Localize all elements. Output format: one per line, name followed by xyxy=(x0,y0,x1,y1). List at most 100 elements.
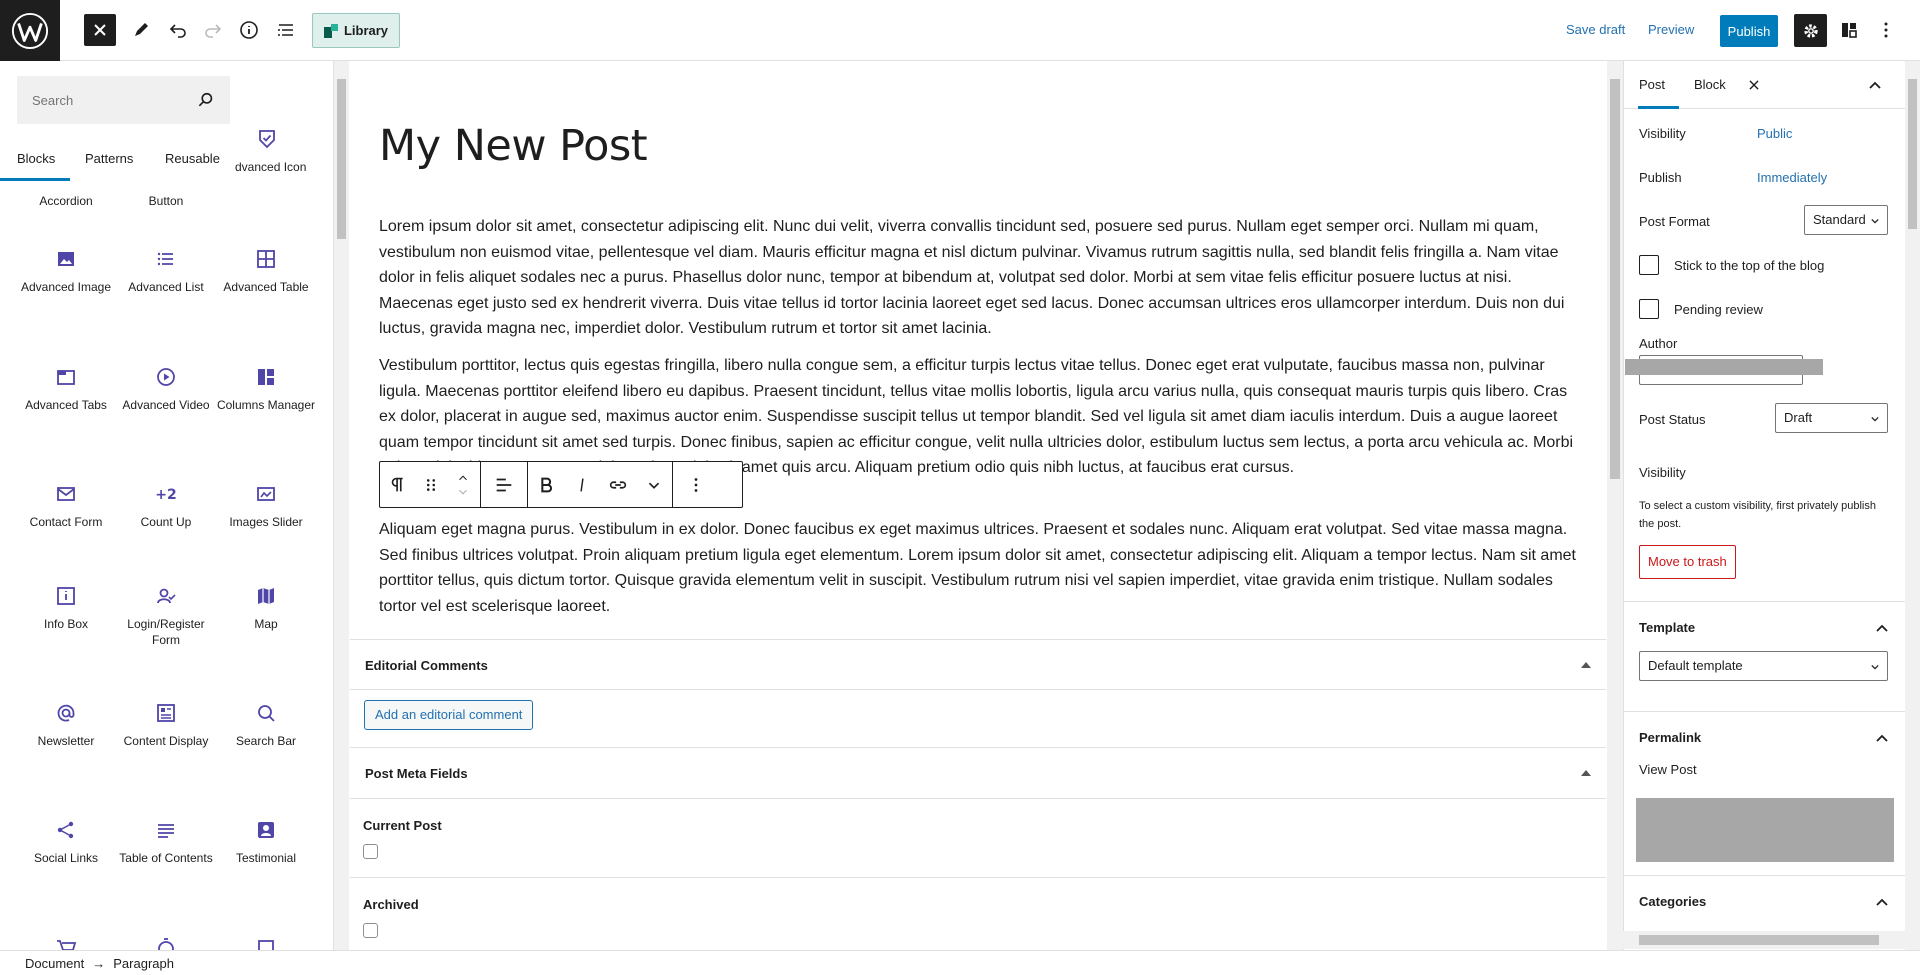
block-item-advanced-icon[interactable]: dvanced Icon xyxy=(217,127,317,175)
block-item-content-display[interactable]: Content Display xyxy=(116,701,216,749)
drag-handle[interactable] xyxy=(416,462,446,507)
more-formatting-button[interactable] xyxy=(636,462,672,507)
post-meta-fields-header[interactable]: Post Meta Fields xyxy=(350,748,1606,798)
preview-button[interactable]: Preview xyxy=(1648,22,1694,37)
current-post-checkbox[interactable] xyxy=(363,844,378,859)
library-button[interactable]: Library xyxy=(312,13,400,48)
block-label: Button xyxy=(148,194,184,208)
tab-reusable[interactable]: Reusable xyxy=(165,151,220,166)
toc-icon xyxy=(158,824,174,838)
layout-panel-button[interactable] xyxy=(1833,14,1865,46)
search-input[interactable] xyxy=(17,76,197,124)
scrollbar-thumb[interactable] xyxy=(1639,935,1879,945)
paragraph-transform-button[interactable] xyxy=(380,462,416,507)
tab-block[interactable]: Block xyxy=(1694,77,1726,92)
search-icon[interactable] xyxy=(196,90,216,110)
sidebar-horizontal-scrollbar[interactable] xyxy=(1623,931,1905,949)
block-label: Advanced Image xyxy=(20,280,112,294)
post-meta-fields-panel: Post Meta Fields xyxy=(350,747,1606,800)
tab-patterns[interactable]: Patterns xyxy=(85,151,133,166)
block-item-accordion[interactable]: Accordion xyxy=(16,185,116,209)
categories-heading: Categories xyxy=(1639,894,1707,909)
block-item-count-up[interactable]: +2 Count Up xyxy=(116,482,216,530)
block-item-advanced-list[interactable]: Advanced List xyxy=(116,247,216,295)
block-item-table-of-contents[interactable]: Table of Contents xyxy=(116,818,216,866)
block-item-social-links[interactable]: Social Links xyxy=(16,818,116,866)
block-item-images-slider[interactable]: Images Slider xyxy=(216,482,316,530)
chevron-up-icon[interactable] xyxy=(1876,898,1888,906)
scrollbar-thumb[interactable] xyxy=(337,79,346,239)
categories-panel-header[interactable]: Categories xyxy=(1624,875,1905,927)
block-item-testimonial[interactable]: Testimonial xyxy=(216,818,316,866)
tab-post[interactable]: Post xyxy=(1639,77,1665,92)
block-item-advanced-table[interactable]: Advanced Table xyxy=(216,247,316,295)
post-status-select[interactable]: Draft xyxy=(1775,403,1888,433)
publish-button[interactable]: Publish xyxy=(1720,15,1778,47)
align-button[interactable] xyxy=(481,462,527,507)
list-view-button[interactable] xyxy=(270,14,302,46)
sticky-checkbox[interactable] xyxy=(1639,255,1659,275)
tools-button[interactable] xyxy=(125,14,157,46)
settings-button[interactable] xyxy=(1794,14,1827,47)
breadcrumb-document[interactable]: Document xyxy=(25,956,84,971)
move-block-buttons[interactable] xyxy=(446,462,480,507)
options-menu-button[interactable] xyxy=(1870,14,1902,46)
block-item-columns-manager[interactable]: Columns Manager xyxy=(216,365,316,413)
add-editorial-comment-button[interactable]: Add an editorial comment xyxy=(364,700,534,730)
layout-icon xyxy=(1842,23,1857,38)
count-up-icon: +2 xyxy=(155,487,176,503)
block-item-search-bar[interactable]: Search Bar xyxy=(216,701,316,749)
block-item-info-box[interactable]: Info Box xyxy=(16,584,116,632)
chevron-up-icon[interactable] xyxy=(1876,734,1888,742)
move-to-trash-button[interactable]: Move to trash xyxy=(1639,545,1736,579)
details-button[interactable] xyxy=(233,14,265,46)
chevron-up-icon[interactable] xyxy=(1868,80,1882,90)
permalink-panel-header[interactable]: Permalink xyxy=(1624,711,1905,763)
post-title[interactable]: My New Post xyxy=(379,121,648,171)
chevron-up-icon[interactable] xyxy=(1876,624,1888,632)
italic-button[interactable] xyxy=(564,462,600,507)
redo-button[interactable] xyxy=(197,14,229,46)
editor-scrollbar[interactable] xyxy=(1607,61,1623,950)
link-button[interactable] xyxy=(600,462,636,507)
chevron-down-icon xyxy=(648,482,660,489)
block-label: dvanced Icon xyxy=(235,160,307,174)
block-item-contact-form[interactable]: Contact Form xyxy=(16,482,116,530)
block-item-advanced-image[interactable]: Advanced Image xyxy=(16,247,116,295)
post-format-select[interactable]: Standard xyxy=(1804,205,1888,235)
close-icon[interactable] xyxy=(1747,78,1761,92)
block-breadcrumb: Document → Paragraph xyxy=(0,950,1920,975)
scrollbar-thumb[interactable] xyxy=(1610,79,1620,479)
collapse-icon[interactable] xyxy=(1581,770,1591,776)
block-item-advanced-tabs[interactable]: Advanced Tabs xyxy=(16,365,116,413)
sticky-label: Stick to the top of the blog xyxy=(1674,258,1825,273)
wordpress-logo[interactable] xyxy=(0,0,60,61)
editorial-comments-header[interactable]: Editorial Comments xyxy=(350,640,1606,690)
template-select[interactable]: Default template xyxy=(1639,651,1888,681)
archived-checkbox[interactable] xyxy=(363,923,378,938)
pending-review-checkbox[interactable] xyxy=(1639,299,1659,319)
chevron-down-icon[interactable] xyxy=(454,485,472,499)
tab-blocks[interactable]: Blocks xyxy=(17,151,55,166)
template-panel-header[interactable]: Template xyxy=(1624,601,1905,653)
collapse-icon[interactable] xyxy=(1581,662,1591,668)
block-item-advanced-video[interactable]: Advanced Video xyxy=(116,365,216,413)
visibility-toggle[interactable]: Public xyxy=(1757,126,1792,141)
paragraph-block[interactable]: Lorem ipsum dolor sit amet, consectetur … xyxy=(379,214,1579,342)
block-item-map[interactable]: Map xyxy=(216,584,316,632)
paragraph-block[interactable]: Aliquam eget magna purus. Vestibulum in … xyxy=(379,517,1579,619)
block-options-button[interactable] xyxy=(673,462,719,507)
block-item-login-register-form[interactable]: Login/Register Form xyxy=(116,584,216,648)
bold-button[interactable] xyxy=(528,462,564,507)
chevron-up-icon[interactable] xyxy=(454,471,472,485)
inserter-scrollbar[interactable] xyxy=(334,61,349,950)
block-item-button[interactable]: Button xyxy=(116,185,216,209)
undo-button[interactable] xyxy=(162,14,194,46)
publish-date-toggle[interactable]: Immediately xyxy=(1757,170,1827,185)
sidebar-scrollbar[interactable] xyxy=(1905,61,1920,950)
block-item-newsletter[interactable]: Newsletter xyxy=(16,701,116,749)
close-inserter-button[interactable] xyxy=(84,14,116,46)
breadcrumb-paragraph[interactable]: Paragraph xyxy=(113,956,174,971)
scrollbar-thumb[interactable] xyxy=(1908,79,1917,229)
save-draft-button[interactable]: Save draft xyxy=(1566,22,1625,37)
